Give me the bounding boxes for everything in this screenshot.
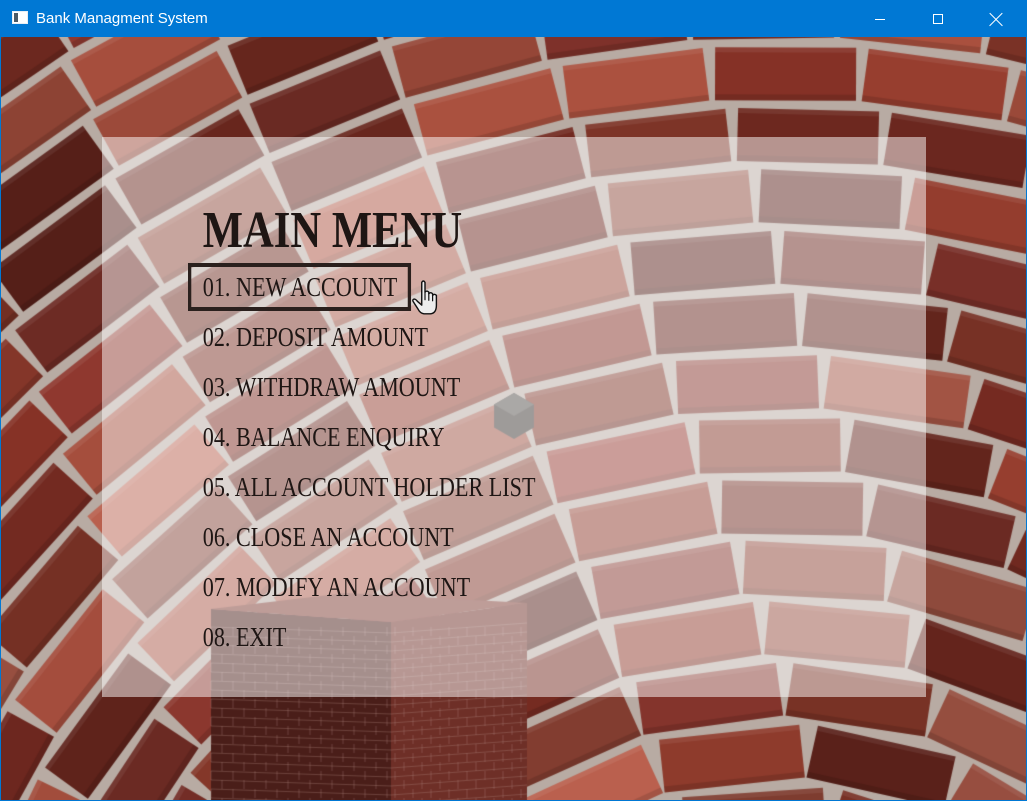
- window-content: MAIN MENU 01. NEW ACCOUNT 02. DEPOSIT AMO…: [1, 37, 1026, 800]
- close-icon: [989, 12, 1003, 26]
- maximize-button[interactable]: [909, 1, 967, 37]
- minimize-icon: [875, 19, 885, 20]
- menu-item-modify-an-account[interactable]: 07. MODIFY AN ACCOUNT: [188, 563, 484, 611]
- menu-block: MAIN MENU 01. NEW ACCOUNT 02. DEPOSIT AMO…: [188, 137, 535, 697]
- app-icon-pane: [14, 13, 18, 22]
- main-menu-title: MAIN MENU: [202, 202, 463, 259]
- close-button[interactable]: [967, 1, 1025, 37]
- menu-item-withdraw-amount[interactable]: 03. WITHDRAW AMOUNT: [188, 363, 474, 411]
- window-title: Bank Managment System: [36, 10, 208, 27]
- title-bar[interactable]: Bank Managment System: [1, 1, 1026, 37]
- maximize-icon: [933, 14, 943, 24]
- app-window: Bank Managment System MAIN MENU 01. NEW …: [0, 0, 1027, 801]
- hand-pointer-icon: [408, 278, 442, 316]
- menu-item-balance-enquiry[interactable]: 04. BALANCE ENQUIRY: [188, 413, 458, 461]
- menu-item-new-account[interactable]: 01. NEW ACCOUNT: [188, 263, 412, 311]
- menu-panel: MAIN MENU 01. NEW ACCOUNT 02. DEPOSIT AMO…: [102, 137, 926, 697]
- menu-item-close-an-account[interactable]: 06. CLOSE AN ACCOUNT: [188, 513, 468, 561]
- menu-item-exit[interactable]: 08. EXIT: [188, 613, 300, 661]
- menu-item-all-account-holder-list[interactable]: 05. ALL ACCOUNT HOLDER LIST: [188, 463, 549, 511]
- hand-pointer-graphic: [412, 280, 438, 315]
- menu-item-deposit-amount[interactable]: 02. DEPOSIT AMOUNT: [188, 313, 442, 361]
- app-window-icon: [12, 11, 28, 24]
- minimize-button[interactable]: [851, 1, 909, 37]
